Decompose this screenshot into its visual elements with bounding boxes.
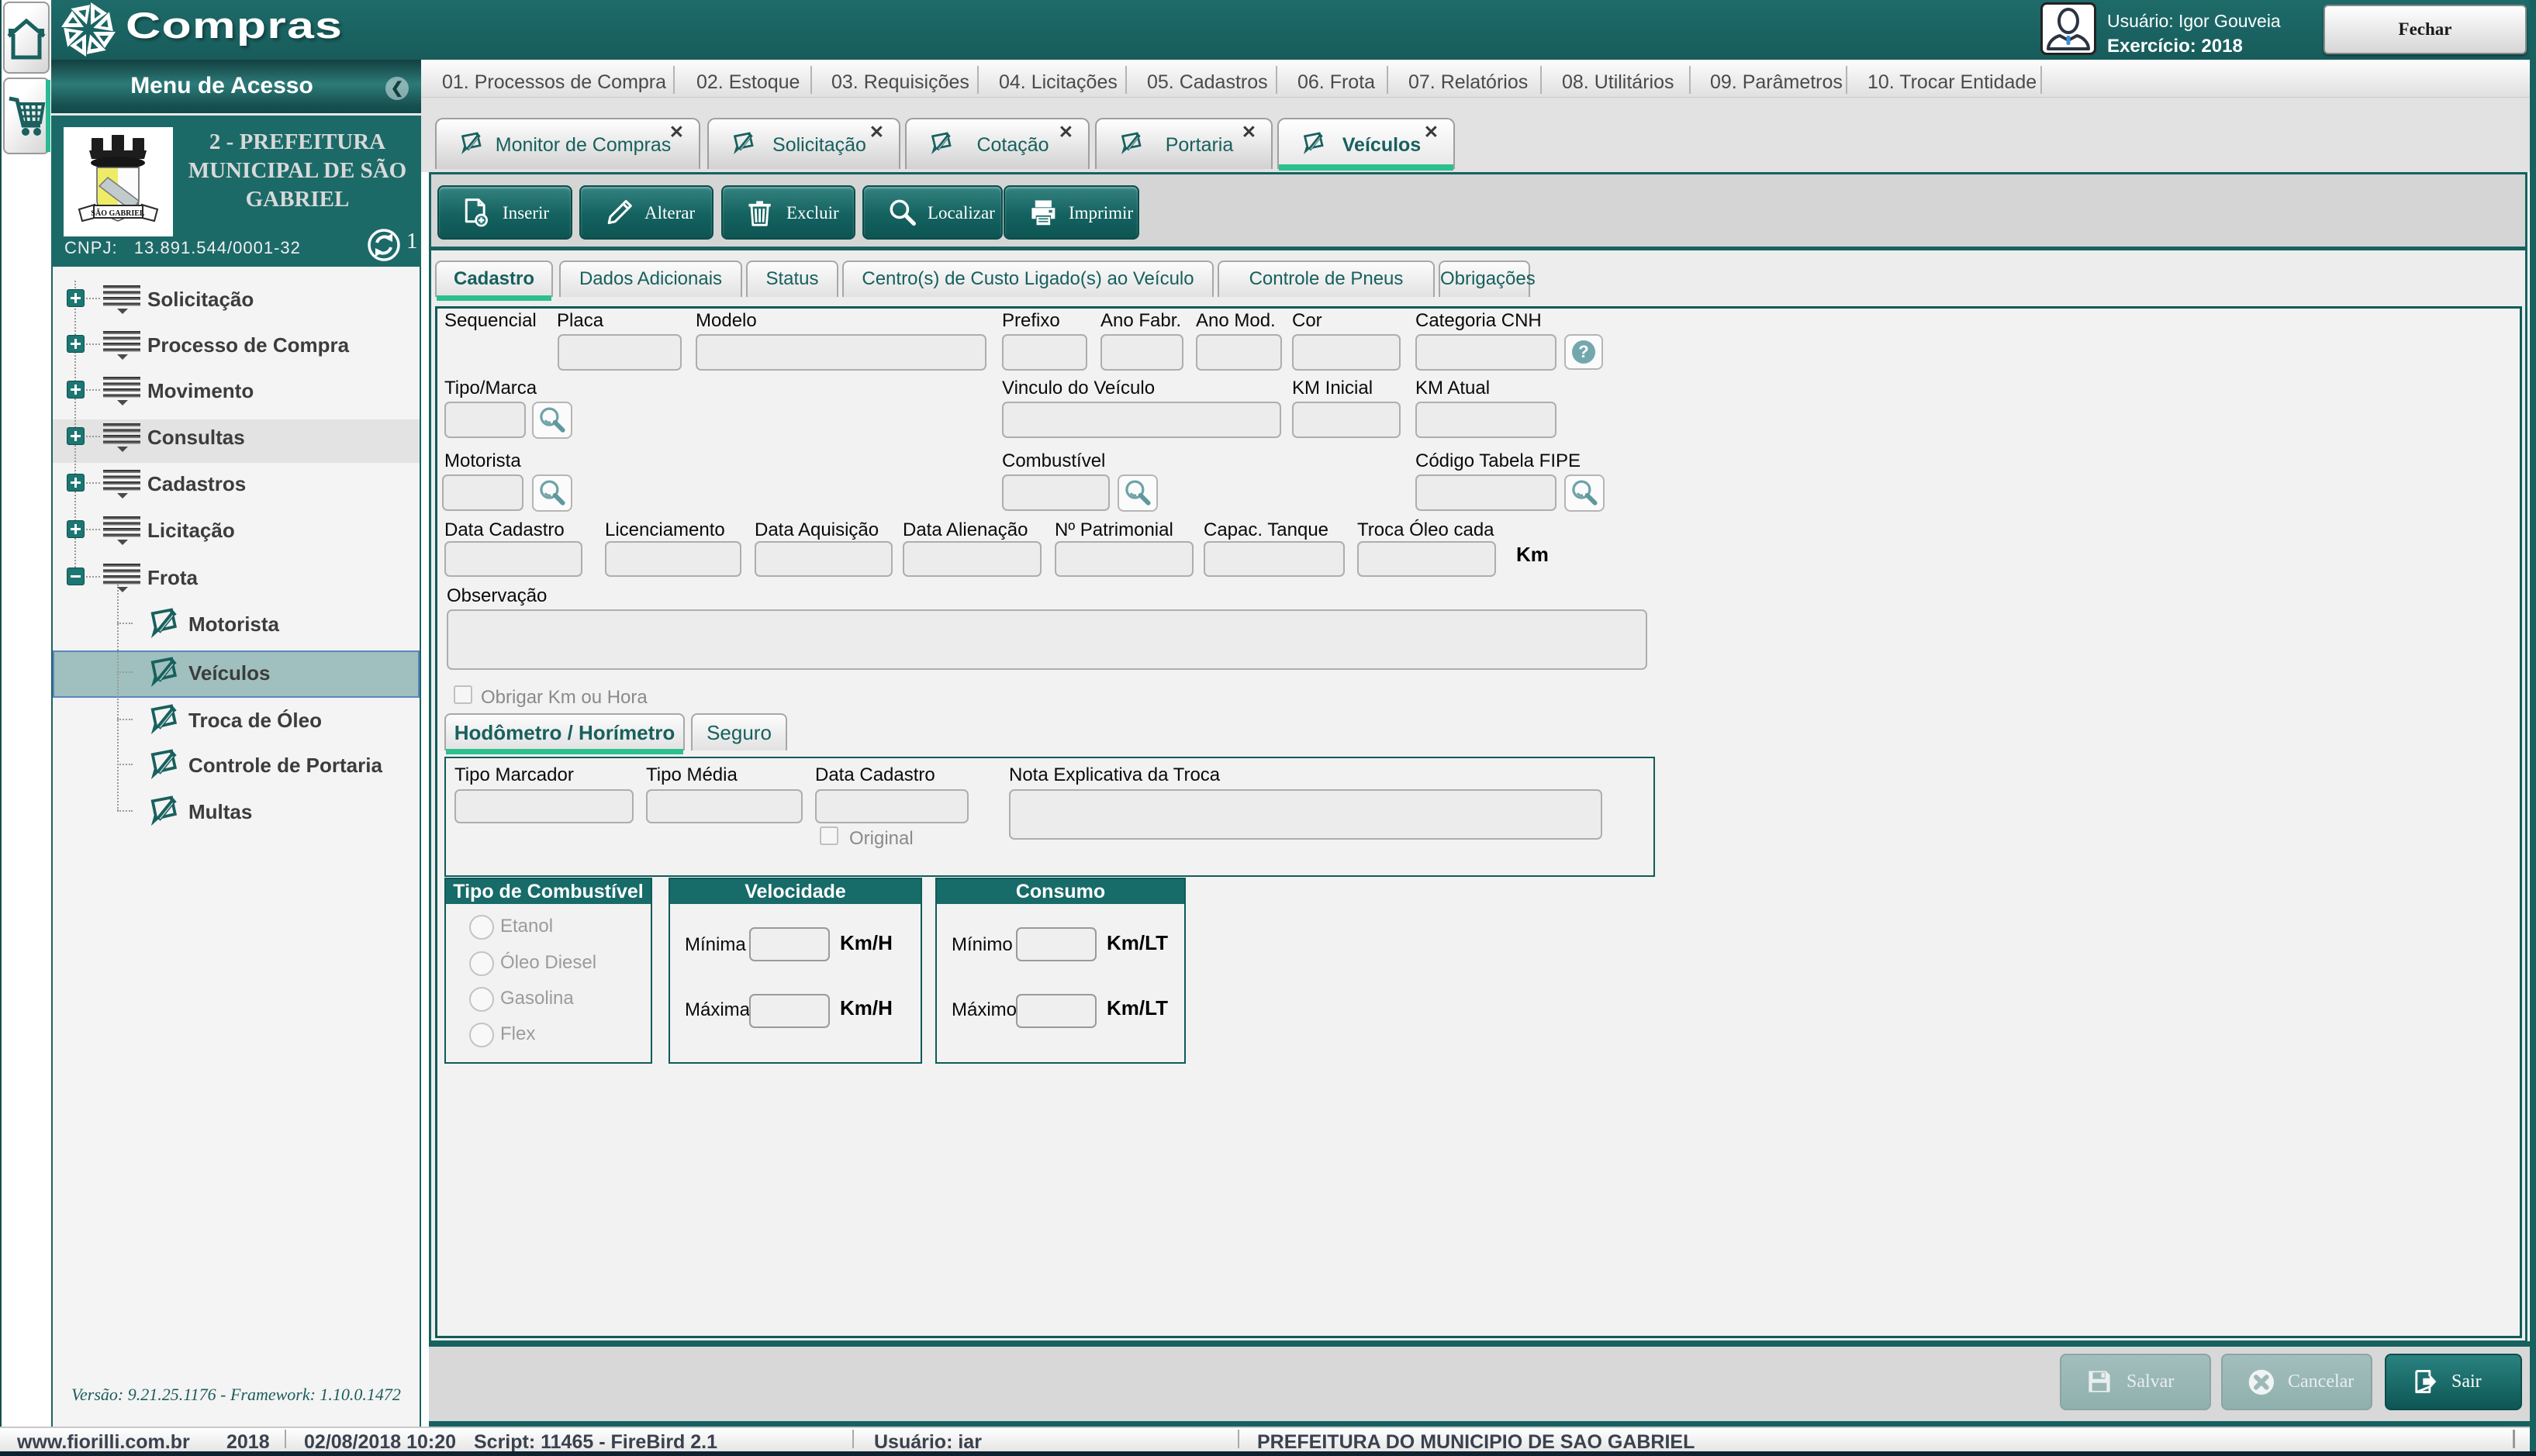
svg-text:SÃO GABRIEL: SÃO GABRIEL [91,209,145,218]
